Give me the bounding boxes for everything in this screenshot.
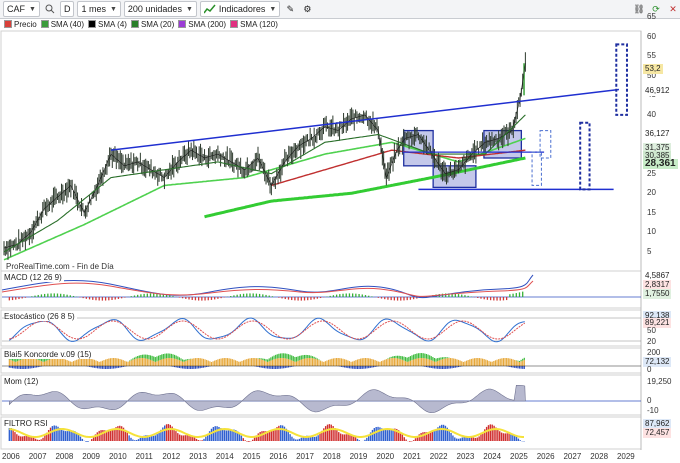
blai5-label[interactable]: Blai5 Koncorde v.09 (15) bbox=[4, 350, 94, 359]
y-tick-label: 5 bbox=[647, 247, 652, 256]
price-tag: 53,2 bbox=[643, 64, 663, 74]
x-tick-label: 2025 bbox=[510, 452, 528, 461]
rsi-tag: 72,457 bbox=[643, 428, 672, 438]
x-tick-label: 2027 bbox=[563, 452, 582, 461]
mom-area bbox=[8, 385, 526, 414]
y-tick-label: 25 bbox=[647, 168, 656, 178]
x-tick-label: 2029 bbox=[616, 452, 635, 461]
projection-box bbox=[579, 121, 591, 191]
x-tick-label: 2012 bbox=[162, 452, 181, 461]
rsi-label[interactable]: FILTRO RSI bbox=[4, 419, 50, 428]
mom-tick: 19,250 bbox=[647, 377, 672, 386]
blai5-plot bbox=[2, 353, 641, 369]
x-tick-label: 2011 bbox=[135, 452, 153, 461]
blai5-panel-frame bbox=[0, 347, 642, 374]
main-plot bbox=[3, 43, 628, 261]
stoch-plot bbox=[2, 317, 641, 343]
projection-box bbox=[531, 151, 542, 186]
price-tag-last: 28,361 bbox=[643, 158, 678, 169]
x-tick-label: 2017 bbox=[296, 452, 314, 461]
y-tick-label: 15 bbox=[647, 207, 656, 217]
x-tick-label: 2009 bbox=[82, 452, 100, 461]
macd-label[interactable]: MACD (12 26 9) bbox=[4, 273, 64, 282]
blai5-tick: 200 bbox=[647, 348, 661, 357]
stoch-tick: 20 bbox=[647, 337, 656, 346]
x-tick-label: 2015 bbox=[242, 452, 261, 461]
x-tick-label: 2021 bbox=[403, 452, 421, 461]
y-tick-label: 60 bbox=[647, 31, 656, 41]
main-panel-frame bbox=[0, 30, 642, 272]
mom-label[interactable]: Mom (12) bbox=[4, 377, 41, 386]
x-tick-label: 2019 bbox=[349, 452, 368, 461]
rsi-plot bbox=[8, 424, 525, 442]
stoch-label[interactable]: Estocástico (26 8 5) bbox=[4, 312, 77, 321]
price-tag: 36,127 bbox=[643, 129, 672, 139]
x-tick-label: 2016 bbox=[269, 452, 288, 461]
mom-tick: -10 bbox=[647, 406, 659, 415]
macd-signal-line bbox=[1, 280, 534, 297]
y-tick-label: 20 bbox=[647, 188, 656, 198]
x-tick-label: 2008 bbox=[55, 452, 74, 461]
mom-plot bbox=[2, 385, 641, 414]
x-tick-label: 2024 bbox=[483, 452, 502, 461]
y-tick-label: 65 bbox=[647, 12, 656, 21]
stoch-tick: 50 bbox=[647, 326, 656, 335]
y-tick-label: 40 bbox=[647, 109, 656, 119]
macd-tag: 1,7550 bbox=[643, 289, 672, 299]
x-tick-label: 2013 bbox=[189, 452, 207, 461]
x-tick-label: 2018 bbox=[322, 452, 341, 461]
x-tick-label: 2023 bbox=[456, 452, 475, 461]
projection-box bbox=[615, 43, 628, 116]
x-tick-label: 2026 bbox=[536, 452, 555, 461]
x-tick-label: 2014 bbox=[215, 452, 234, 461]
macd-panel-frame bbox=[0, 270, 642, 309]
stoch-k-line bbox=[8, 317, 525, 343]
mom-tick: 0 bbox=[647, 396, 652, 405]
blai5-tick: 0 bbox=[647, 365, 652, 374]
watermark: ProRealTime.com - Fin de Día bbox=[6, 262, 114, 271]
macd-histogram bbox=[8, 291, 524, 301]
x-tick-label: 2006 bbox=[2, 452, 20, 461]
x-tick-label: 2022 bbox=[429, 452, 448, 461]
price-tag: 46,912 bbox=[643, 86, 672, 96]
x-tick-label: 2007 bbox=[28, 452, 47, 461]
x-tick-label: 2028 bbox=[590, 452, 609, 461]
sma-4-line bbox=[3, 63, 526, 249]
resistance-line bbox=[110, 88, 620, 151]
x-tick-label: 2020 bbox=[376, 452, 395, 461]
chart-canvas[interactable] bbox=[0, 0, 680, 463]
stoch-panel-frame bbox=[0, 309, 642, 347]
y-tick-label: 55 bbox=[647, 51, 656, 61]
macd-plot bbox=[1, 274, 641, 301]
x-tick-label: 2010 bbox=[108, 452, 127, 461]
y-tick-label: 10 bbox=[647, 227, 656, 237]
